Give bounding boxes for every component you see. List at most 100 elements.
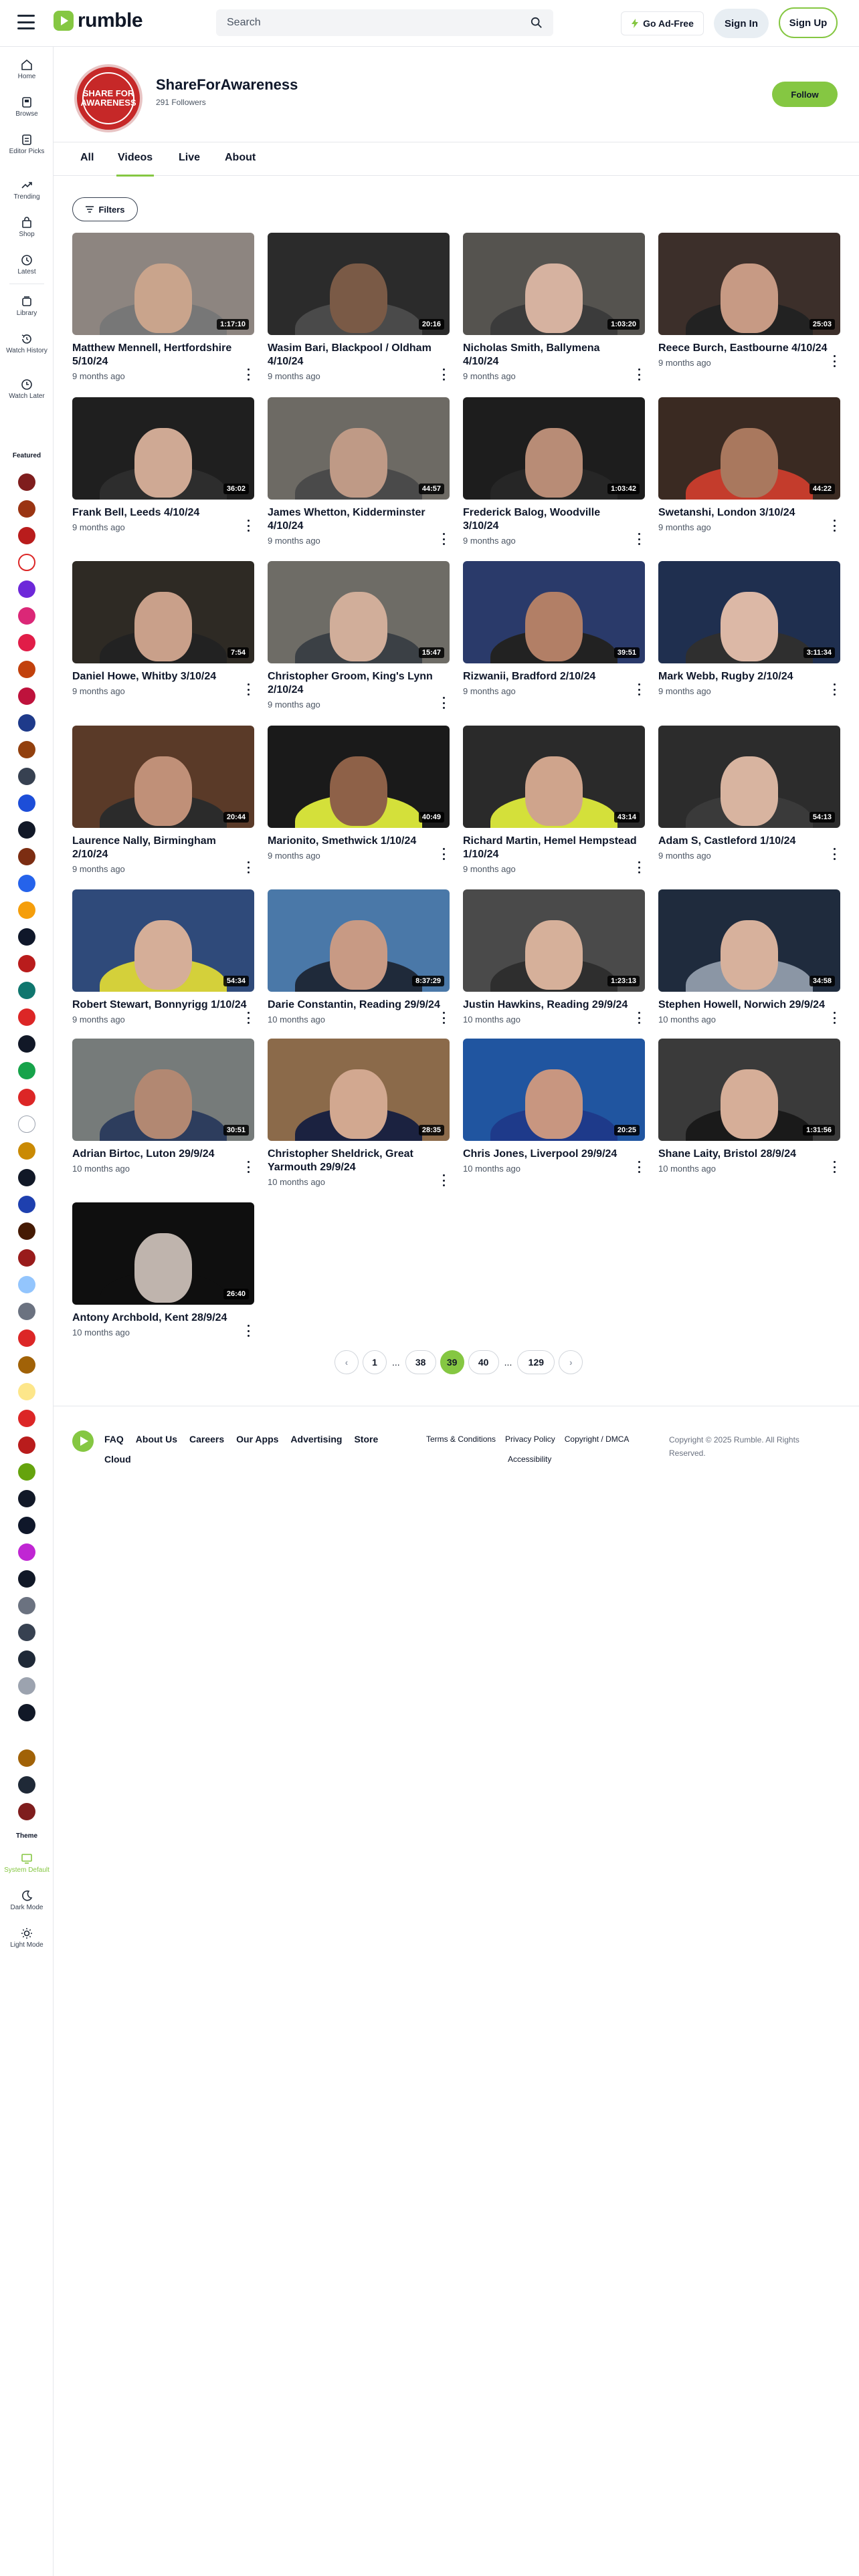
filters-button[interactable]: Filters (72, 197, 138, 221)
sidebar-item-home[interactable]: Home (0, 59, 54, 81)
sidebar-item-browse[interactable]: Browse (0, 96, 54, 118)
footer-link[interactable]: Advertising (290, 1434, 342, 1444)
more-options-icon[interactable] (442, 1012, 446, 1024)
video-title[interactable]: Justin Hawkins, Reading 29/9/24 (463, 998, 645, 1012)
featured-channel-avatar[interactable] (18, 1222, 35, 1240)
more-options-icon[interactable] (246, 683, 250, 695)
footer-link[interactable]: Cloud (104, 1454, 131, 1465)
video-card[interactable]: 1:17:10 Matthew Mennell, Hertfordshire 5/… (72, 233, 254, 382)
featured-channel-avatar[interactable] (18, 1776, 35, 1794)
video-card[interactable]: 43:14 Richard Martin, Hemel Hempstead 1/1… (463, 726, 645, 875)
search-icon[interactable] (531, 17, 543, 29)
footer-link[interactable]: FAQ (104, 1434, 124, 1444)
featured-channel-avatar[interactable] (18, 1008, 35, 1026)
video-card[interactable]: 54:34 Robert Stewart, Bonnyrigg 1/10/24 9 … (72, 889, 254, 1025)
video-title[interactable]: Stephen Howell, Norwich 29/9/24 (658, 998, 840, 1012)
footer-link[interactable]: Terms & Conditions (426, 1434, 496, 1444)
featured-channel-avatar[interactable] (18, 1329, 35, 1347)
more-options-icon[interactable] (832, 1161, 836, 1173)
featured-channel-avatar[interactable] (18, 1463, 35, 1481)
video-title[interactable]: Christopher Sheldrick, Great Yarmouth 29… (268, 1148, 450, 1174)
video-thumbnail[interactable]: 1:31:56 (658, 1039, 840, 1141)
featured-channel-avatar[interactable] (18, 527, 35, 544)
featured-channel-avatar[interactable] (18, 634, 35, 651)
video-card[interactable]: 7:54 Daniel Howe, Whitby 3/10/24 9 months … (72, 561, 254, 697)
more-options-icon[interactable] (637, 1161, 641, 1173)
follow-button[interactable]: Follow (772, 82, 838, 107)
video-title[interactable]: Adam S, Castleford 1/10/24 (658, 835, 840, 848)
featured-channel-avatar[interactable] (18, 1597, 35, 1614)
video-thumbnail[interactable]: 44:57 (268, 397, 450, 500)
featured-channel-avatar[interactable] (18, 1303, 35, 1320)
video-title[interactable]: Mark Webb, Rugby 2/10/24 (658, 670, 840, 683)
rumble-logo[interactable]: rumble (54, 9, 143, 32)
sidebar-item-watch-history[interactable]: Watch History (0, 333, 54, 355)
theme-option-dark[interactable]: Dark Mode (0, 1890, 54, 1912)
video-card[interactable]: 3:11:34 Mark Webb, Rugby 2/10/24 9 months … (658, 561, 840, 697)
theme-option-light[interactable]: Light Mode (0, 1927, 54, 1949)
video-title[interactable]: Reece Burch, Eastbourne 4/10/24 (658, 342, 840, 355)
page-button[interactable]: 1 (363, 1350, 387, 1374)
featured-channel-avatar[interactable] (18, 768, 35, 785)
featured-channel-avatar[interactable] (18, 1624, 35, 1641)
video-title[interactable]: Laurence Nally, Birmingham 2/10/24 (72, 835, 254, 861)
video-card[interactable]: 1:23:13 Justin Hawkins, Reading 29/9/24 10… (463, 889, 645, 1025)
featured-channel-avatar[interactable] (18, 1704, 35, 1721)
video-thumbnail[interactable]: 1:23:13 (463, 889, 645, 992)
featured-channel-avatar[interactable] (18, 554, 35, 571)
featured-channel-avatar[interactable] (18, 500, 35, 518)
featured-channel-avatar[interactable] (18, 1089, 35, 1106)
featured-channel-avatar[interactable] (18, 661, 35, 678)
video-thumbnail[interactable]: 30:51 (72, 1039, 254, 1141)
featured-channel-avatar[interactable] (18, 848, 35, 865)
tab-live[interactable]: Live (179, 152, 200, 164)
video-title[interactable]: Antony Archbold, Kent 28/9/24 (72, 1311, 254, 1325)
video-title[interactable]: Marionito, Smethwick 1/10/24 (268, 835, 450, 848)
video-card[interactable]: 25:03 Reece Burch, Eastbourne 4/10/24 9 mo… (658, 233, 840, 368)
sidebar-item-shop[interactable]: Shop (0, 217, 54, 239)
sidebar-item-library[interactable]: Library (0, 296, 54, 318)
more-options-icon[interactable] (832, 848, 836, 860)
more-options-icon[interactable] (246, 520, 250, 532)
featured-channel-avatar[interactable] (18, 1677, 35, 1695)
pagination-next-button[interactable]: › (559, 1350, 583, 1374)
video-thumbnail[interactable]: 40:49 (268, 726, 450, 828)
video-title[interactable]: Wasim Bari, Blackpool / Oldham 4/10/24 (268, 342, 450, 368)
more-options-icon[interactable] (637, 533, 641, 545)
featured-channel-avatar[interactable] (18, 1276, 35, 1293)
footer-link[interactable]: Copyright / DMCA (565, 1434, 630, 1444)
video-thumbnail[interactable]: 20:44 (72, 726, 254, 828)
featured-channel-avatar[interactable] (18, 1570, 35, 1588)
video-card[interactable]: 44:57 James Whetton, Kidderminster 4/10/2… (268, 397, 450, 546)
featured-channel-avatar[interactable] (18, 607, 35, 625)
video-thumbnail[interactable]: 1:17:10 (72, 233, 254, 335)
featured-channel-avatar[interactable] (18, 982, 35, 999)
featured-channel-avatar[interactable] (18, 1543, 35, 1561)
video-thumbnail[interactable]: 44:22 (658, 397, 840, 500)
footer-link[interactable]: Accessibility (508, 1455, 551, 1464)
more-options-icon[interactable] (832, 683, 836, 695)
more-options-icon[interactable] (832, 520, 836, 532)
tab-all[interactable]: All (80, 152, 94, 164)
more-options-icon[interactable] (442, 1174, 446, 1186)
sign-in-button[interactable]: Sign In (714, 9, 769, 38)
featured-channel-avatar[interactable] (18, 580, 35, 598)
video-title[interactable]: Richard Martin, Hemel Hempstead 1/10/24 (463, 835, 645, 861)
video-card[interactable]: 1:31:56 Shane Laity, Bristol 28/9/24 10 mo… (658, 1039, 840, 1174)
page-button[interactable]: 129 (517, 1350, 555, 1374)
featured-channel-avatar[interactable] (18, 1115, 35, 1133)
video-thumbnail[interactable]: 8:37:29 (268, 889, 450, 992)
more-options-icon[interactable] (637, 1012, 641, 1024)
more-options-icon[interactable] (246, 1161, 250, 1173)
video-title[interactable]: Daniel Howe, Whitby 3/10/24 (72, 670, 254, 683)
footer-link[interactable]: Our Apps (236, 1434, 278, 1444)
featured-channel-avatar[interactable] (18, 1749, 35, 1767)
video-card[interactable]: 54:13 Adam S, Castleford 1/10/24 9 months … (658, 726, 840, 861)
video-card[interactable]: 30:51 Adrian Birtoc, Luton 29/9/24 10 mont… (72, 1039, 254, 1174)
featured-channel-avatar[interactable] (18, 714, 35, 732)
video-card[interactable]: 34:58 Stephen Howell, Norwich 29/9/24 10 m… (658, 889, 840, 1025)
sidebar-item-latest[interactable]: Latest (0, 254, 54, 276)
featured-channel-avatar[interactable] (18, 901, 35, 919)
sidebar-item-editor-picks[interactable]: Editor Picks (0, 134, 54, 156)
featured-channel-avatar[interactable] (18, 1169, 35, 1186)
